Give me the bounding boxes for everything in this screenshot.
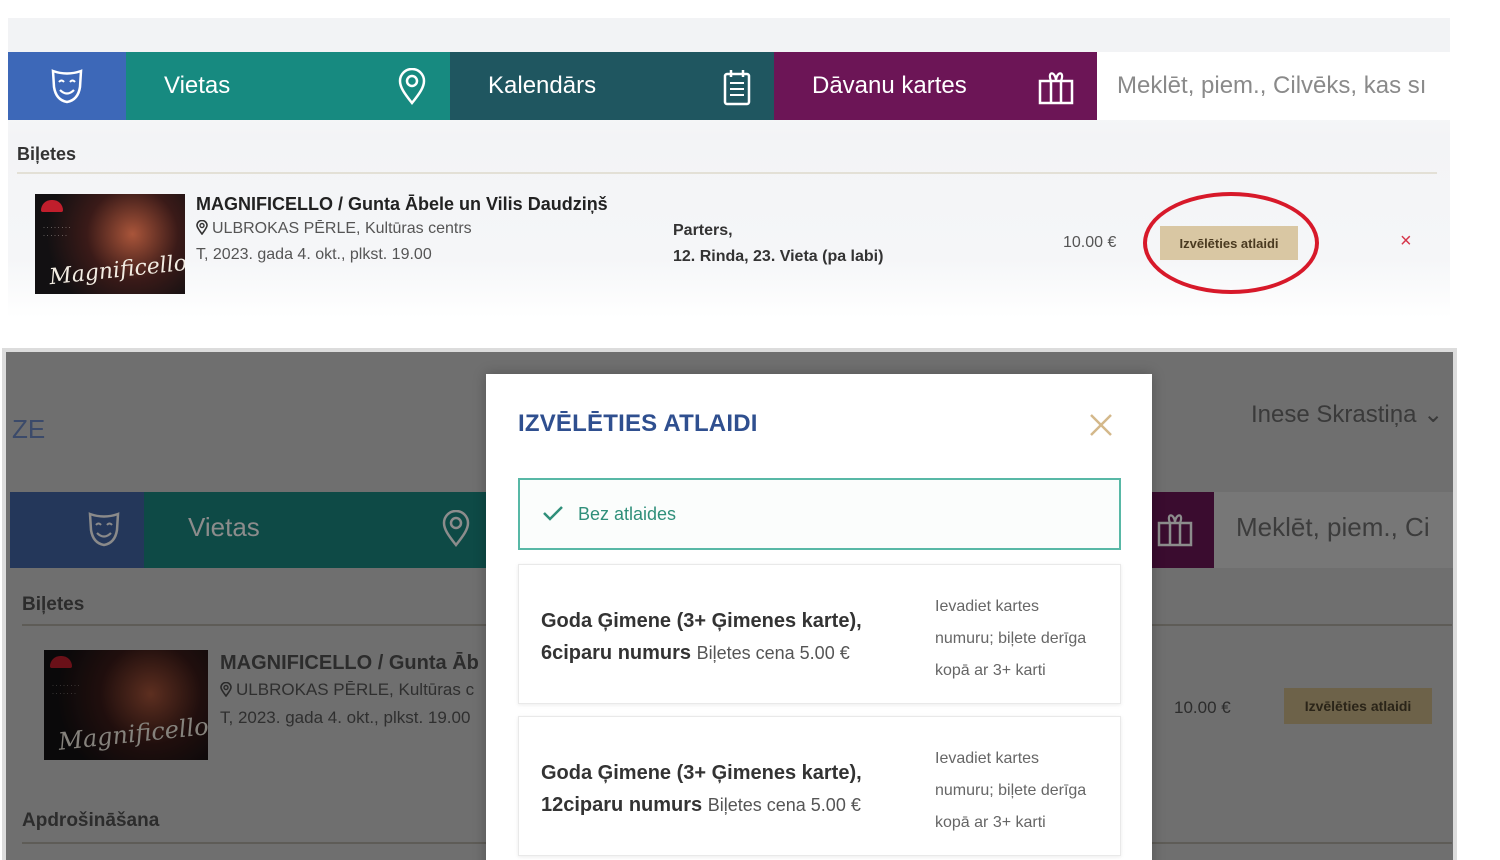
calendar-icon xyxy=(723,70,751,106)
discount-option-name-line2: 6ciparu numurs xyxy=(541,642,692,664)
event-title[interactable]: MAGNIFICELLO / Gunta Ābele un Vilis Daud… xyxy=(196,194,608,215)
search-placeholder: Meklēt, piem., Cilvēks, kas sı xyxy=(1117,72,1427,99)
bg-event-date: T, 2023. gada 4. okt., plkst. 19.00 xyxy=(220,708,471,727)
bg-search-placeholder: Meklēt, piem., Ci xyxy=(1236,512,1430,542)
discount-option-name: Goda Ģimene (3+ Ģimenes karte), 12ciparu… xyxy=(541,757,921,821)
bg-user-menu: Inese Skrastiņa ⌄ xyxy=(1251,401,1444,428)
nav-davanu-label: Dāvanu kartes xyxy=(812,72,967,99)
gift-icon xyxy=(1038,72,1074,105)
location-pin-icon xyxy=(442,510,470,548)
checkmark-icon xyxy=(543,506,563,521)
discount-option-name-line1: Goda Ģimene (3+ Ģimenes karte), xyxy=(541,610,862,632)
poster-small-text: · · · · · · · · · · · · · · · xyxy=(43,225,71,239)
bg-nav-davanu xyxy=(1150,492,1214,568)
nav-davanu-kartes[interactable]: Dāvanu kartes xyxy=(774,52,1097,120)
bg-search-input: Meklēt, piem., Ci xyxy=(1214,492,1453,568)
location-pin-icon xyxy=(398,68,426,106)
discount-option-price: Biļetes cena 5.00 € xyxy=(696,643,850,663)
section-divider xyxy=(17,172,1437,174)
theatre-mask-icon xyxy=(88,512,120,547)
close-icon[interactable] xyxy=(1088,412,1114,438)
nav-kalendars-label: Kalendārs xyxy=(488,72,597,99)
discount-option-note: Ievadiet kartes numuru; biļete derīga ko… xyxy=(935,750,1087,831)
bg-logo-fragment: ZE xyxy=(12,414,46,444)
bg-event-poster: · · · · · · · · · · · · · · · Magnificell… xyxy=(44,650,208,760)
bg-poster-script: Magnificello xyxy=(56,712,208,756)
bg-insurance-title: Apdrošināšana xyxy=(22,810,160,831)
discount-option-note: Ievadiet kartes numuru; biļete derīga ko… xyxy=(935,598,1087,679)
discount-option[interactable]: Goda Ģimene (3+ Ģimenes karte), 6ciparu … xyxy=(518,564,1121,704)
option-no-discount[interactable]: Bez atlaides xyxy=(518,478,1121,550)
event-venue-row: ULBROKAS PĒRLE, Kultūras centrs xyxy=(196,219,472,238)
modal-title: IZVĒLĒTIES ATLAIDI xyxy=(518,410,758,437)
bg-ticket-price: 10.00 € xyxy=(1174,698,1231,717)
ticket-price: 10.00 € xyxy=(1063,234,1117,251)
poster-logo xyxy=(41,200,63,212)
gift-icon xyxy=(1157,514,1193,547)
nav-home[interactable] xyxy=(8,52,126,120)
event-date: T, 2023. gada 4. okt., plkst. 19.00 xyxy=(196,246,432,263)
seat-row: 12. Rinda, 23. Vieta (pa labi) xyxy=(673,248,884,265)
bg-event-title: MAGNIFICELLO / Gunta Āb xyxy=(220,652,479,674)
main-nav: Vietas Kalendārs Dāvanu kartes Meklēt, p… xyxy=(8,52,1450,120)
nav-kalendars[interactable]: Kalendārs xyxy=(450,52,774,120)
discount-option-name-line2: 12ciparu numurs xyxy=(541,794,703,816)
bg-nav-vietas: Vietas xyxy=(144,492,490,568)
bg-choose-discount-button: Izvēlēties atlaidi xyxy=(1284,688,1432,724)
nav-vietas[interactable]: Vietas xyxy=(126,52,450,120)
event-poster[interactable]: · · · · · · · · · · · · · · · Magnificell… xyxy=(35,194,185,294)
highlight-circle xyxy=(1143,192,1319,294)
seat-info: Parters, 12. Rinda, 23. Vieta (pa labi) xyxy=(673,218,883,270)
top-strip xyxy=(8,18,1450,52)
search-input[interactable]: Meklēt, piem., Cilvēks, kas sı xyxy=(1097,52,1450,120)
bg-event-venue-row: ULBROKAS PĒRLE, Kultūras c xyxy=(220,680,474,700)
bottom-screenshot-panel: ZE Inese Skrastiņa ⌄ Vietas Meklēt, piem… xyxy=(2,348,1457,860)
poster-script-title: Magnificello xyxy=(48,250,185,291)
discount-option-price: Biļetes cena 5.00 € xyxy=(707,795,861,815)
bg-nav-home xyxy=(10,492,144,568)
discount-option-name-line1: Goda Ģimene (3+ Ģimenes karte), xyxy=(541,762,862,784)
discount-option-name: Goda Ģimene (3+ Ģimenes karte), 6ciparu … xyxy=(541,605,921,669)
remove-ticket-button[interactable]: × xyxy=(1400,230,1412,253)
discount-modal: IZVĒLĒTIES ATLAIDI Bez atlaides Goda Ģim… xyxy=(486,374,1152,860)
bg-event-venue: ULBROKAS PĒRLE, Kultūras c xyxy=(236,680,475,699)
tickets-section-title: Biļetes xyxy=(17,144,77,164)
location-pin-icon xyxy=(196,219,208,236)
option-no-discount-label: Bez atlaides xyxy=(578,504,677,524)
location-pin-icon xyxy=(220,681,232,698)
theatre-mask-icon xyxy=(51,69,83,104)
event-venue: ULBROKAS PĒRLE, Kultūras centrs xyxy=(212,220,472,237)
discount-option[interactable]: Goda Ģimene (3+ Ģimenes karte), 12ciparu… xyxy=(518,716,1121,856)
bg-nav-vietas-label: Vietas xyxy=(188,512,260,542)
nav-vietas-label: Vietas xyxy=(164,72,231,99)
bg-tickets-title: Biļetes xyxy=(22,594,85,615)
seat-section: Parters, xyxy=(673,222,733,239)
